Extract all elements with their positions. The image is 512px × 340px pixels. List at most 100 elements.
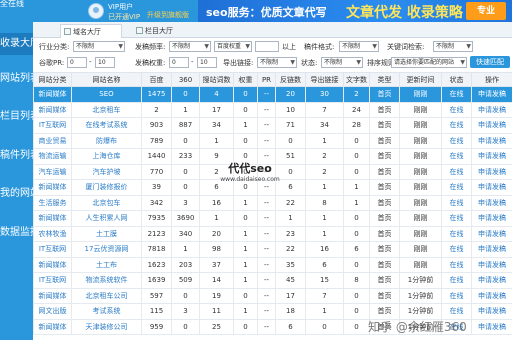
column-header[interactable]: 导出链接	[305, 72, 344, 87]
sidebar-item-site-list[interactable]: 网站列表	[0, 68, 33, 90]
table-cell: 6	[275, 318, 306, 335]
site-name-link[interactable]: 天津装修公司	[71, 318, 142, 335]
industry-select[interactable]: 不限制 ▼	[73, 41, 125, 52]
table-row[interactable]: 农林牧渔 土工膜 2123 340 20 1 -- 23 1 0 首页 刚刚 在线 申请发稿	[33, 225, 512, 242]
apply-link[interactable]: 申请发稿	[471, 303, 512, 320]
weight-from-input[interactable]: 0	[169, 57, 189, 68]
table-row[interactable]: 商业贸易 防爆布 789 0 1 0 -- 0 1 0 首页 刚刚 在线 申请发稿	[33, 132, 512, 149]
apply-link[interactable]: 申请发稿	[471, 287, 512, 304]
table-row[interactable]: IT互联网 在线考试系统 903 887 34 1 -- 71 34 28 首页 刚刚 在线 申请发稿	[33, 117, 512, 134]
column-header[interactable]: 反链数	[275, 72, 306, 87]
column-header[interactable]: PR	[257, 72, 276, 87]
column-header[interactable]: 网站分类	[33, 72, 72, 87]
column-header[interactable]: 文字数	[343, 72, 370, 87]
pr-from-input[interactable]: 0	[67, 57, 87, 68]
baidu-weight-input[interactable]	[255, 41, 279, 52]
apply-link[interactable]: 申请发稿	[471, 132, 512, 149]
status-select[interactable]: 不限制 ▼	[321, 57, 363, 68]
link-select[interactable]: 不限制 ▼	[257, 57, 297, 68]
table-cell: 刚刚	[399, 101, 442, 118]
apply-link[interactable]: 申请发稿	[471, 272, 512, 289]
column-header[interactable]: 状态	[441, 72, 472, 87]
site-name-link[interactable]: 上海仓库	[71, 148, 142, 165]
sort-select[interactable]: 请选择你要匹配的网站 ▼	[391, 57, 467, 68]
release-select[interactable]: 不限制 ▼	[169, 41, 211, 52]
site-name-link[interactable]: 土工布	[71, 256, 142, 273]
keyword-select[interactable]: 不限制 ▼	[433, 41, 473, 52]
column-header[interactable]: 网站名称	[71, 72, 142, 87]
column-header[interactable]: 操作	[471, 72, 512, 87]
site-name-link[interactable]: 考试系统	[71, 303, 142, 320]
table-row[interactable]: IT互联网 17云优资源网 7818 1 98 1 -- 22 16 6 首页 刚刚 在线 申请发稿	[33, 241, 512, 258]
column-header[interactable]: 百度	[141, 72, 172, 87]
table-row[interactable]: IT互联网 物流系统软件 1639 509 14 1 -- 45 15 8 首页 1分钟前 在线 申请发稿	[33, 272, 512, 289]
site-name-link[interactable]: 北京包车	[71, 194, 142, 211]
site-name-link[interactable]: 人生积累人网	[71, 210, 142, 227]
table-cell: --	[257, 194, 276, 211]
filter-panel: 行业分类: 不限制 ▼ 发稿频率: 不限制 ▼ 百度权重 ▼ 以上 稿件格式: 不限制…	[33, 38, 512, 72]
table-cell: 刚刚	[399, 117, 442, 134]
table-cell: --	[257, 225, 276, 242]
quick-match-button[interactable]: 快速匹配	[470, 56, 510, 68]
table-cell: 首页	[369, 241, 400, 258]
table-row[interactable]: 网文出版 考试系统 115 3 11 1 -- 18 1 0 首页 1分钟前 在线 申请发稿	[33, 303, 512, 320]
table-cell: 1	[233, 194, 258, 211]
sidebar-brand: 全在线	[0, 0, 24, 8]
table-row[interactable]: 新闻媒体 北京租车 2 1 17 0 -- 10 7 24 首页 刚刚 在线 申请发稿	[33, 101, 512, 118]
table-row[interactable]: 生活服务 北京包车 342 3 16 1 -- 22 8 1 首页 刚刚 在线 申请发稿	[33, 194, 512, 211]
table-cell: 17	[275, 287, 306, 304]
apply-link[interactable]: 申请发稿	[471, 256, 512, 273]
apply-link[interactable]: 申请发稿	[471, 86, 512, 103]
apply-link[interactable]: 申请发稿	[471, 101, 512, 118]
column-header[interactable]: 权重	[233, 72, 258, 87]
apply-link[interactable]: 申请发稿	[471, 148, 512, 165]
format-label: 稿件格式:	[304, 43, 335, 51]
apply-link[interactable]: 申请发稿	[471, 225, 512, 242]
apply-link[interactable]: 申请发稿	[471, 117, 512, 134]
apply-link[interactable]: 申请发稿	[471, 241, 512, 258]
table-row[interactable]: 新闻媒体 SEO 1475 0 4 0 -- 20 30 2 首页 刚刚 在线 申请发稿	[33, 86, 512, 103]
apply-link[interactable]: 申请发稿	[471, 179, 512, 196]
site-name-link[interactable]: 土工膜	[71, 225, 142, 242]
site-name-link[interactable]: 厦门装修报价	[71, 179, 142, 196]
table-cell: 0	[305, 318, 344, 335]
table-row[interactable]: 新闻媒体 北京租车公司 597 0 19 0 -- 17 7 0 首页 1分钟前 在线 申请发稿	[33, 287, 512, 304]
sidebar-item-monitor[interactable]: 数据监控	[0, 222, 33, 244]
column-header[interactable]: 类型	[369, 72, 400, 87]
sidebar-item-column-list[interactable]: 栏目列表	[0, 106, 33, 128]
apply-link[interactable]: 申请发稿	[471, 210, 512, 227]
apply-link[interactable]: 申请发稿	[471, 194, 512, 211]
range-dash: -	[89, 58, 92, 66]
baidu-weight-select[interactable]: 百度权重 ▼	[214, 41, 252, 52]
site-name-link[interactable]: 17云优资源网	[71, 241, 142, 258]
tab-domain-hall[interactable]: 域名大厅	[60, 24, 122, 38]
tab-column-hall[interactable]: 栏目大厅	[133, 24, 195, 38]
table-row[interactable]: 新闻媒体 土工布 1623 203 37 1 -- 35 6 0 首页 刚刚 在线 申请发稿	[33, 256, 512, 273]
pr-to-input[interactable]: 10	[95, 57, 115, 68]
column-header[interactable]: 360	[171, 72, 200, 87]
column-header[interactable]: 更新时间	[399, 72, 442, 87]
site-name-link[interactable]: 北京租车公司	[71, 287, 142, 304]
format-select[interactable]: 不限制 ▼	[339, 41, 379, 52]
column-header[interactable]: 搜站词数	[199, 72, 234, 87]
avatar[interactable]	[88, 3, 104, 19]
weight-to-input[interactable]: 10	[197, 57, 217, 68]
sidebar-item-collection-hall[interactable]: 收录大厅	[0, 33, 33, 55]
table-row[interactable]: 新闻媒体 人生积累人网 7935 3690 1 0 -- 1 1 0 首页 刚刚 在线 申请发稿	[33, 210, 512, 227]
table-cell: 0	[171, 132, 200, 149]
site-name-link[interactable]: 汽车护坡	[71, 163, 142, 180]
table-cell: 刚刚	[399, 256, 442, 273]
site-name-link[interactable]: 物流系统软件	[71, 272, 142, 289]
site-name-link[interactable]: 北京租车	[71, 101, 142, 118]
site-name-link[interactable]: SEO	[71, 86, 142, 103]
apply-link[interactable]: 申请发稿	[471, 163, 512, 180]
upgrade-link[interactable]: 升级到旗舰版	[147, 10, 189, 20]
apply-link[interactable]: 申请发稿	[471, 318, 512, 335]
table-cell: 34	[199, 117, 234, 134]
promo-banner[interactable]: seo服务：优质文章代写 文章代发 收录策略 专业	[198, 0, 512, 22]
sidebar-item-article-list[interactable]: 稿件列表	[0, 145, 33, 167]
site-name-link[interactable]: 防爆布	[71, 132, 142, 149]
site-name-link[interactable]: 在线考试系统	[71, 117, 142, 134]
sidebar-item-my-sites[interactable]: 我的网站	[0, 183, 33, 205]
tab-page-icon	[136, 27, 143, 34]
